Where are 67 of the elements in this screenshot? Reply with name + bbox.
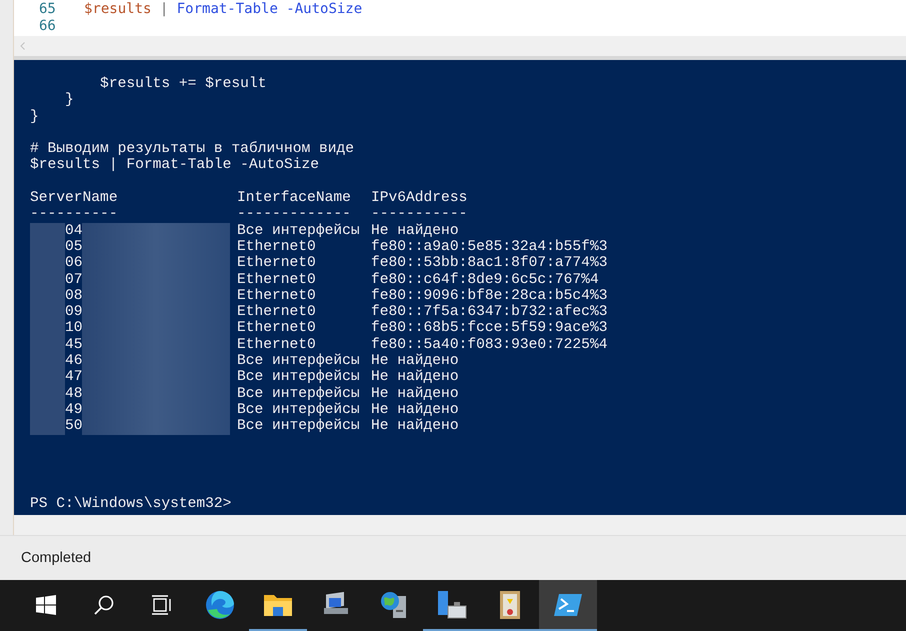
table-cell-text: Не найдено [371, 386, 460, 402]
table-cell: 09 [65, 304, 82, 320]
table-cell-text: Все интерфейсы [237, 402, 361, 418]
table-cell: 49 [65, 402, 82, 418]
console-line: $results += $result [99, 76, 266, 92]
server-icon [436, 590, 468, 620]
table-cell-text: Ethernet0 [237, 320, 317, 337]
table-cell-text: Не найдено [371, 353, 460, 370]
redaction-blur [30, 418, 65, 435]
table-cell: 08 [65, 288, 82, 304]
header-underline: ----------- [371, 206, 468, 223]
table-cell-text: fe80::9096:bf8e:28ca:b5c4%3 [371, 288, 608, 304]
table-cell: 47 [65, 369, 82, 386]
redaction-blur [30, 222, 65, 239]
scrollbar[interactable] [14, 36, 906, 56]
globe-server-icon [379, 590, 409, 620]
table-cell-text: Все интерфейсы [237, 353, 361, 370]
table-cell-text: Все интерфейсы [237, 222, 361, 239]
table-cell-text: Не найдено [371, 369, 460, 386]
table-cell: 06 [65, 255, 82, 272]
table-cell-text: fe80::c64f:8de9:6c5c:767%4 [371, 272, 600, 288]
terminal-icon [553, 592, 583, 618]
table-cell: 46 [65, 353, 82, 370]
table-cell-text: fe80::a9a0:5e85:32a4:b55f%3 [371, 238, 608, 255]
line-number: 65 [39, 1, 57, 18]
column-header: ServerName [30, 190, 119, 206]
console-line: # Выводим результаты в табличном виде [30, 141, 354, 158]
scrollbar[interactable] [14, 515, 906, 535]
column-header: InterfaceName [237, 190, 352, 206]
table-cell-text: fe80::68b5:fcce:5f59:9ace%3 [371, 320, 608, 337]
table-cell-text: Все интерфейсы [237, 386, 361, 402]
table-cell: 07 [65, 272, 82, 288]
table-cell-text: Все интерфейсы [237, 418, 361, 435]
header-underline: ---------- [30, 206, 119, 223]
table-cell: 48 [65, 386, 82, 402]
table-cell-text: Ethernet0 [237, 288, 317, 304]
table-cell-text: Все интерфейсы [237, 369, 361, 386]
line-number: 66 [39, 18, 57, 35]
status-text: Completed [21, 550, 92, 566]
table-cell-text: Ethernet0 [237, 238, 317, 255]
search-icon [93, 594, 115, 616]
document-icon [498, 590, 522, 620]
console-line: $results | Format-Table -AutoSize [30, 157, 320, 174]
table-cell-text: Ethernet0 [237, 272, 317, 288]
windows-logo-icon [36, 594, 56, 614]
console-line: } [30, 108, 39, 125]
code-line: $results | Format-Table -AutoSize [84, 1, 362, 18]
column-header: IPv6Address [371, 190, 468, 206]
table-cell-text: Не найдено [371, 402, 460, 418]
table-cell: 10 [65, 320, 82, 337]
prompt-line: PS C:\Windows\system32> [30, 496, 232, 512]
header-underline: ------------- [237, 206, 352, 223]
table-cell-text: Ethernet0 [237, 255, 317, 272]
console-line: } [64, 92, 74, 108]
table-cell-text: Не найдено [371, 418, 460, 435]
browser-icon [205, 590, 235, 620]
table-cell: 50 [65, 418, 82, 435]
table-cell-text: Ethernet0 [237, 304, 317, 320]
table-cell: 45 [65, 336, 82, 354]
table-cell-text: Ethernet0 [237, 336, 317, 353]
task-view-icon [151, 594, 173, 614]
table-cell: 04 [65, 222, 82, 239]
table-cell-text: fe80::5a40:f083:93e0:7225%4 [371, 336, 608, 354]
table-cell-text: Не найдено [371, 222, 460, 239]
table-cell-text: fe80::7f5a:6347:b732:afec%3 [371, 304, 608, 320]
table-cell: 05 [65, 238, 82, 256]
table-cell-text: fe80::53bb:8ac1:8f07:a774%3 [371, 255, 608, 272]
